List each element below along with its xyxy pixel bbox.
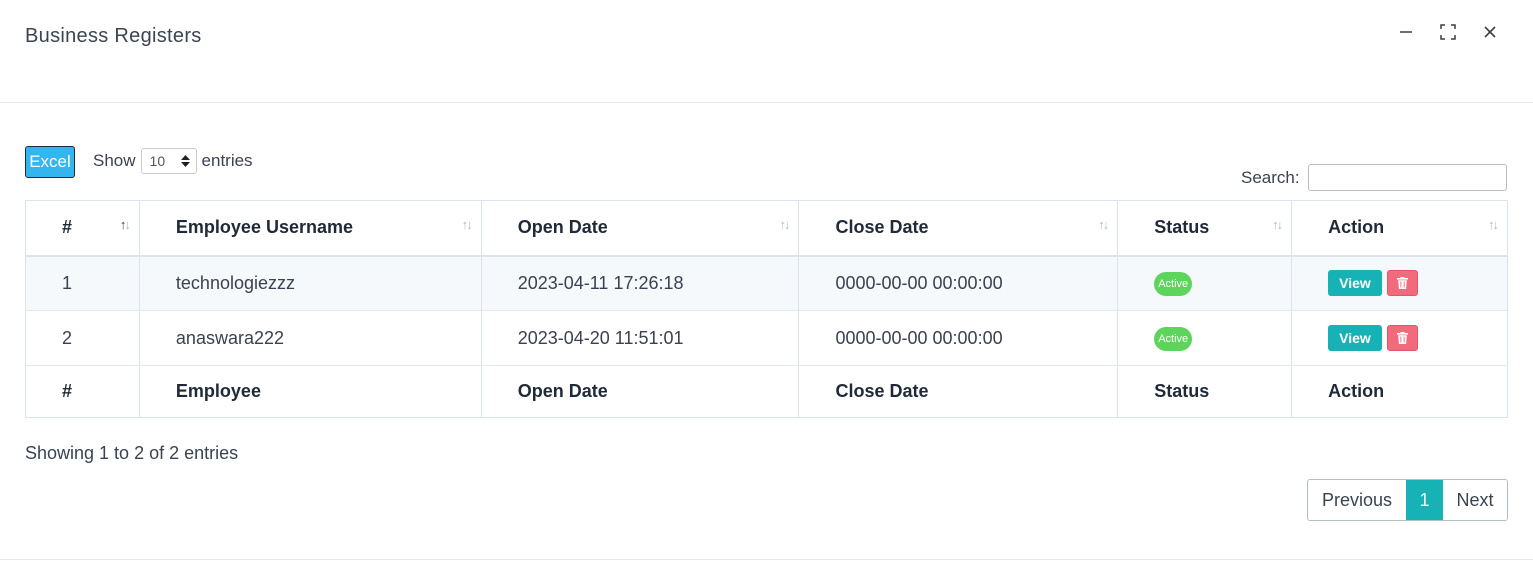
previous-page-button[interactable]: Previous	[1308, 480, 1406, 520]
cell-action: View	[1291, 255, 1508, 311]
cell-username: anaswara222	[139, 310, 482, 366]
close-icon[interactable]	[1479, 21, 1501, 43]
footer-open-date: Open Date	[481, 365, 800, 418]
sort-icon: ↑↓	[119, 217, 131, 232]
sort-icon: ↑↓	[1098, 217, 1109, 232]
next-page-button[interactable]: Next	[1443, 480, 1507, 520]
trash-icon	[1396, 277, 1408, 290]
page-length-select[interactable]: 10	[140, 148, 197, 174]
view-button[interactable]: View	[1328, 325, 1382, 351]
select-arrows-icon	[180, 155, 190, 167]
sort-icon: ↑↓	[779, 217, 790, 232]
footer-employee: Employee	[139, 365, 482, 418]
column-header-status[interactable]: Status ↑↓	[1117, 200, 1293, 257]
cell-close-date: 0000-00-00 00:00:00	[798, 310, 1119, 366]
maximize-icon[interactable]	[1437, 21, 1459, 43]
search-control: Search:	[1241, 164, 1507, 191]
table-footer-row: # Employee Open Date Close Date Status A…	[25, 365, 1508, 418]
search-input[interactable]	[1307, 164, 1507, 191]
modal-title: Business Registers	[25, 25, 202, 47]
delete-button[interactable]	[1386, 325, 1418, 351]
view-button[interactable]: View	[1328, 270, 1382, 297]
page-1-button[interactable]: 1	[1406, 480, 1443, 520]
cell-close-date: 0000-00-00 00:00:00	[798, 255, 1119, 311]
trash-icon	[1396, 332, 1408, 344]
footer-close-date: Close Date	[798, 365, 1119, 418]
excel-export-button[interactable]: Excel	[25, 146, 75, 178]
sort-icon: ↑↓	[1272, 217, 1283, 232]
column-header-action[interactable]: Action ↑↓	[1291, 200, 1508, 257]
cell-open-date: 2023-04-11 17:26:18	[481, 255, 800, 311]
page-length-value: 10	[149, 153, 166, 169]
business-registers-table: # ↑↓ Employee Username ↑↓ Open Date ↑↓ Clos…	[25, 200, 1508, 418]
divider	[0, 559, 1533, 560]
table-row: 1 technologiezzz 2023-04-11 17:26:18 000…	[25, 255, 1508, 311]
show-label: Show	[93, 151, 136, 170]
cell-action: View	[1291, 310, 1508, 366]
column-header-number[interactable]: # ↑↓	[25, 200, 140, 257]
cell-number: 1	[25, 255, 140, 311]
cell-open-date: 2023-04-20 11:51:01	[481, 310, 800, 366]
entries-label: entries	[201, 151, 253, 170]
column-header-open-date[interactable]: Open Date ↑↓	[481, 200, 800, 257]
table-header-row: # ↑↓ Employee Username ↑↓ Open Date ↑↓ Clos…	[25, 200, 1508, 257]
sort-icon: ↑↓	[1488, 217, 1499, 232]
delete-button[interactable]	[1386, 270, 1418, 297]
status-badge: Active	[1154, 271, 1193, 296]
sort-icon: ↑↓	[461, 217, 473, 232]
table-row: 2 anaswara222 2023-04-20 11:51:01 0000-0…	[25, 310, 1508, 366]
search-label: Search:	[1241, 167, 1300, 187]
column-header-employee-username[interactable]: Employee Username ↑↓	[139, 200, 482, 257]
cell-number: 2	[25, 310, 140, 366]
footer-action: Action	[1291, 365, 1508, 418]
table-info: Showing 1 to 2 of 2 entries	[25, 443, 239, 463]
footer-status: Status	[1117, 365, 1293, 418]
minimize-icon[interactable]	[1395, 21, 1417, 43]
cell-status: Active	[1117, 255, 1293, 311]
cell-status: Active	[1117, 310, 1293, 366]
column-header-close-date[interactable]: Close Date ↑↓	[798, 200, 1119, 257]
footer-number: #	[25, 365, 140, 418]
modal-header: Business Registers	[0, 0, 1533, 103]
page-length-control: Show 10 entries	[93, 148, 253, 174]
pagination: Previous 1 Next	[1307, 479, 1508, 521]
cell-username: technologiezzz	[139, 255, 482, 311]
status-badge: Active	[1154, 326, 1193, 351]
